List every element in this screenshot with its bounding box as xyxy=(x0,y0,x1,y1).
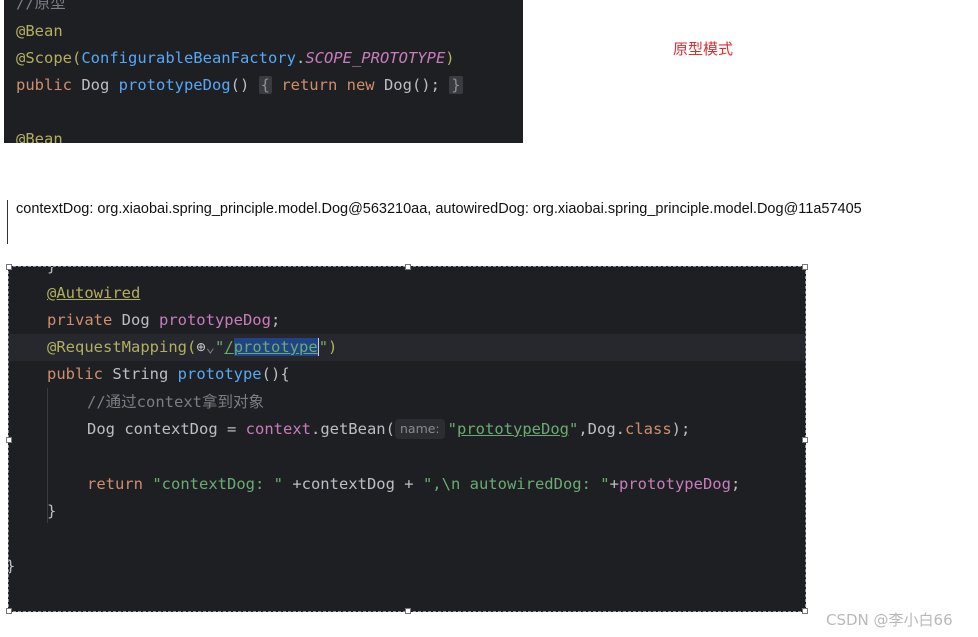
resize-handle[interactable] xyxy=(405,264,411,270)
code-line-brace: } xyxy=(47,266,57,275)
watermark: CSDN @李小白66 xyxy=(826,611,953,629)
code-line-comment: //通过context拿到对象 xyxy=(87,393,264,411)
code-line-request-mapping: @RequestMapping(⊕⌄"/prototype") xyxy=(47,338,338,356)
code-line-return: return "contextDog: " +contextDog + ",\n… xyxy=(87,475,741,493)
resize-handle[interactable] xyxy=(802,264,808,270)
code-line-comment: //原型 xyxy=(16,0,66,12)
globe-icon[interactable]: ⊕ xyxy=(196,338,205,356)
resize-handle[interactable] xyxy=(6,264,12,270)
resize-handle[interactable] xyxy=(6,437,12,443)
prototype-label: 原型模式 xyxy=(673,40,734,58)
code-line-bean: @Bean xyxy=(16,22,63,40)
code-line-autowired: @Autowired xyxy=(47,284,141,302)
code-line-bean-2: @Bean xyxy=(16,130,63,143)
resize-handle[interactable] xyxy=(6,608,12,614)
output-text: contextDog: org.xiaobai.spring_principle… xyxy=(16,201,862,217)
code-line-close-class: } xyxy=(9,553,15,580)
text-cursor: " xyxy=(317,338,329,356)
resize-handle[interactable] xyxy=(802,437,808,443)
top-code-editor: //原型 @Bean @Scope(ConfigurableBeanFactor… xyxy=(4,0,523,143)
fold-open-marker[interactable]: { xyxy=(258,76,272,94)
chevron-down-icon[interactable]: ⌄ xyxy=(206,338,215,356)
code-line-field: private Dog prototypeDog; xyxy=(47,311,281,329)
selected-text[interactable]: prototype xyxy=(233,338,318,356)
parameter-hint: name: xyxy=(394,419,445,439)
bottom-code-editor: } @Autowired private Dog prototypeDog; @… xyxy=(8,266,806,612)
text-caret xyxy=(7,200,8,244)
code-line-getbean: Dog contextDog = context.getBean(name: "p… xyxy=(87,419,691,439)
fold-close-marker[interactable]: } xyxy=(449,76,463,94)
code-line-close-method: } xyxy=(47,502,57,520)
code-line-method: public Dog prototypeDog() { return new D… xyxy=(16,76,463,94)
resize-handle[interactable] xyxy=(802,608,808,614)
code-line-scope: @Scope(ConfigurableBeanFactory.SCOPE_PRO… xyxy=(16,49,455,67)
code-line-method-decl: public String prototype(){ xyxy=(47,365,290,383)
resize-handle[interactable] xyxy=(405,608,411,614)
